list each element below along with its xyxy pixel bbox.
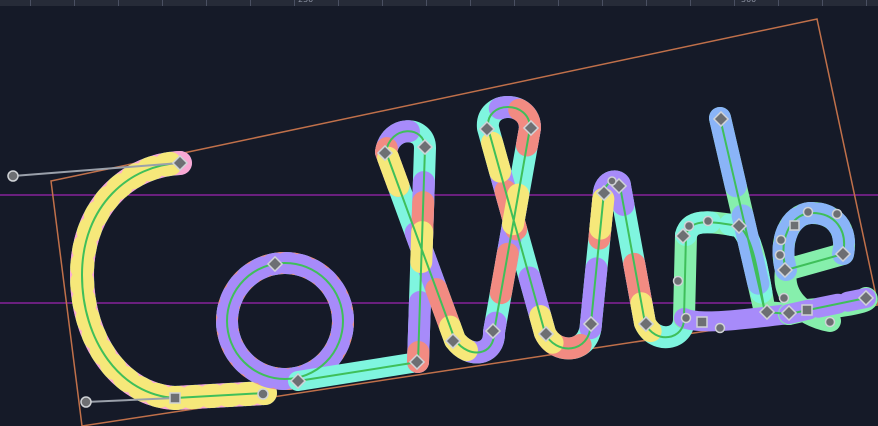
control-point[interactable] xyxy=(774,249,786,261)
artboard-canvas[interactable] xyxy=(0,0,878,426)
bezier-handle-knob[interactable] xyxy=(7,170,19,182)
control-point[interactable] xyxy=(824,316,836,328)
anchor-square[interactable] xyxy=(696,316,708,328)
control-point[interactable] xyxy=(702,215,714,227)
control-point[interactable] xyxy=(680,312,692,324)
anchor-square[interactable] xyxy=(789,220,800,231)
control-point[interactable] xyxy=(683,220,695,232)
control-point[interactable] xyxy=(775,234,787,246)
control-point[interactable] xyxy=(802,206,814,218)
control-point[interactable] xyxy=(778,292,790,304)
anchor-square[interactable] xyxy=(801,304,813,316)
control-point[interactable] xyxy=(831,208,843,220)
bezier-handle-knob[interactable] xyxy=(257,388,269,400)
control-point[interactable] xyxy=(714,322,726,334)
control-point[interactable] xyxy=(607,176,617,186)
anchor-square[interactable] xyxy=(169,392,181,404)
bezier-handle-knob[interactable] xyxy=(80,396,92,408)
stroke-ribbon xyxy=(70,96,878,410)
control-point[interactable] xyxy=(672,275,684,287)
